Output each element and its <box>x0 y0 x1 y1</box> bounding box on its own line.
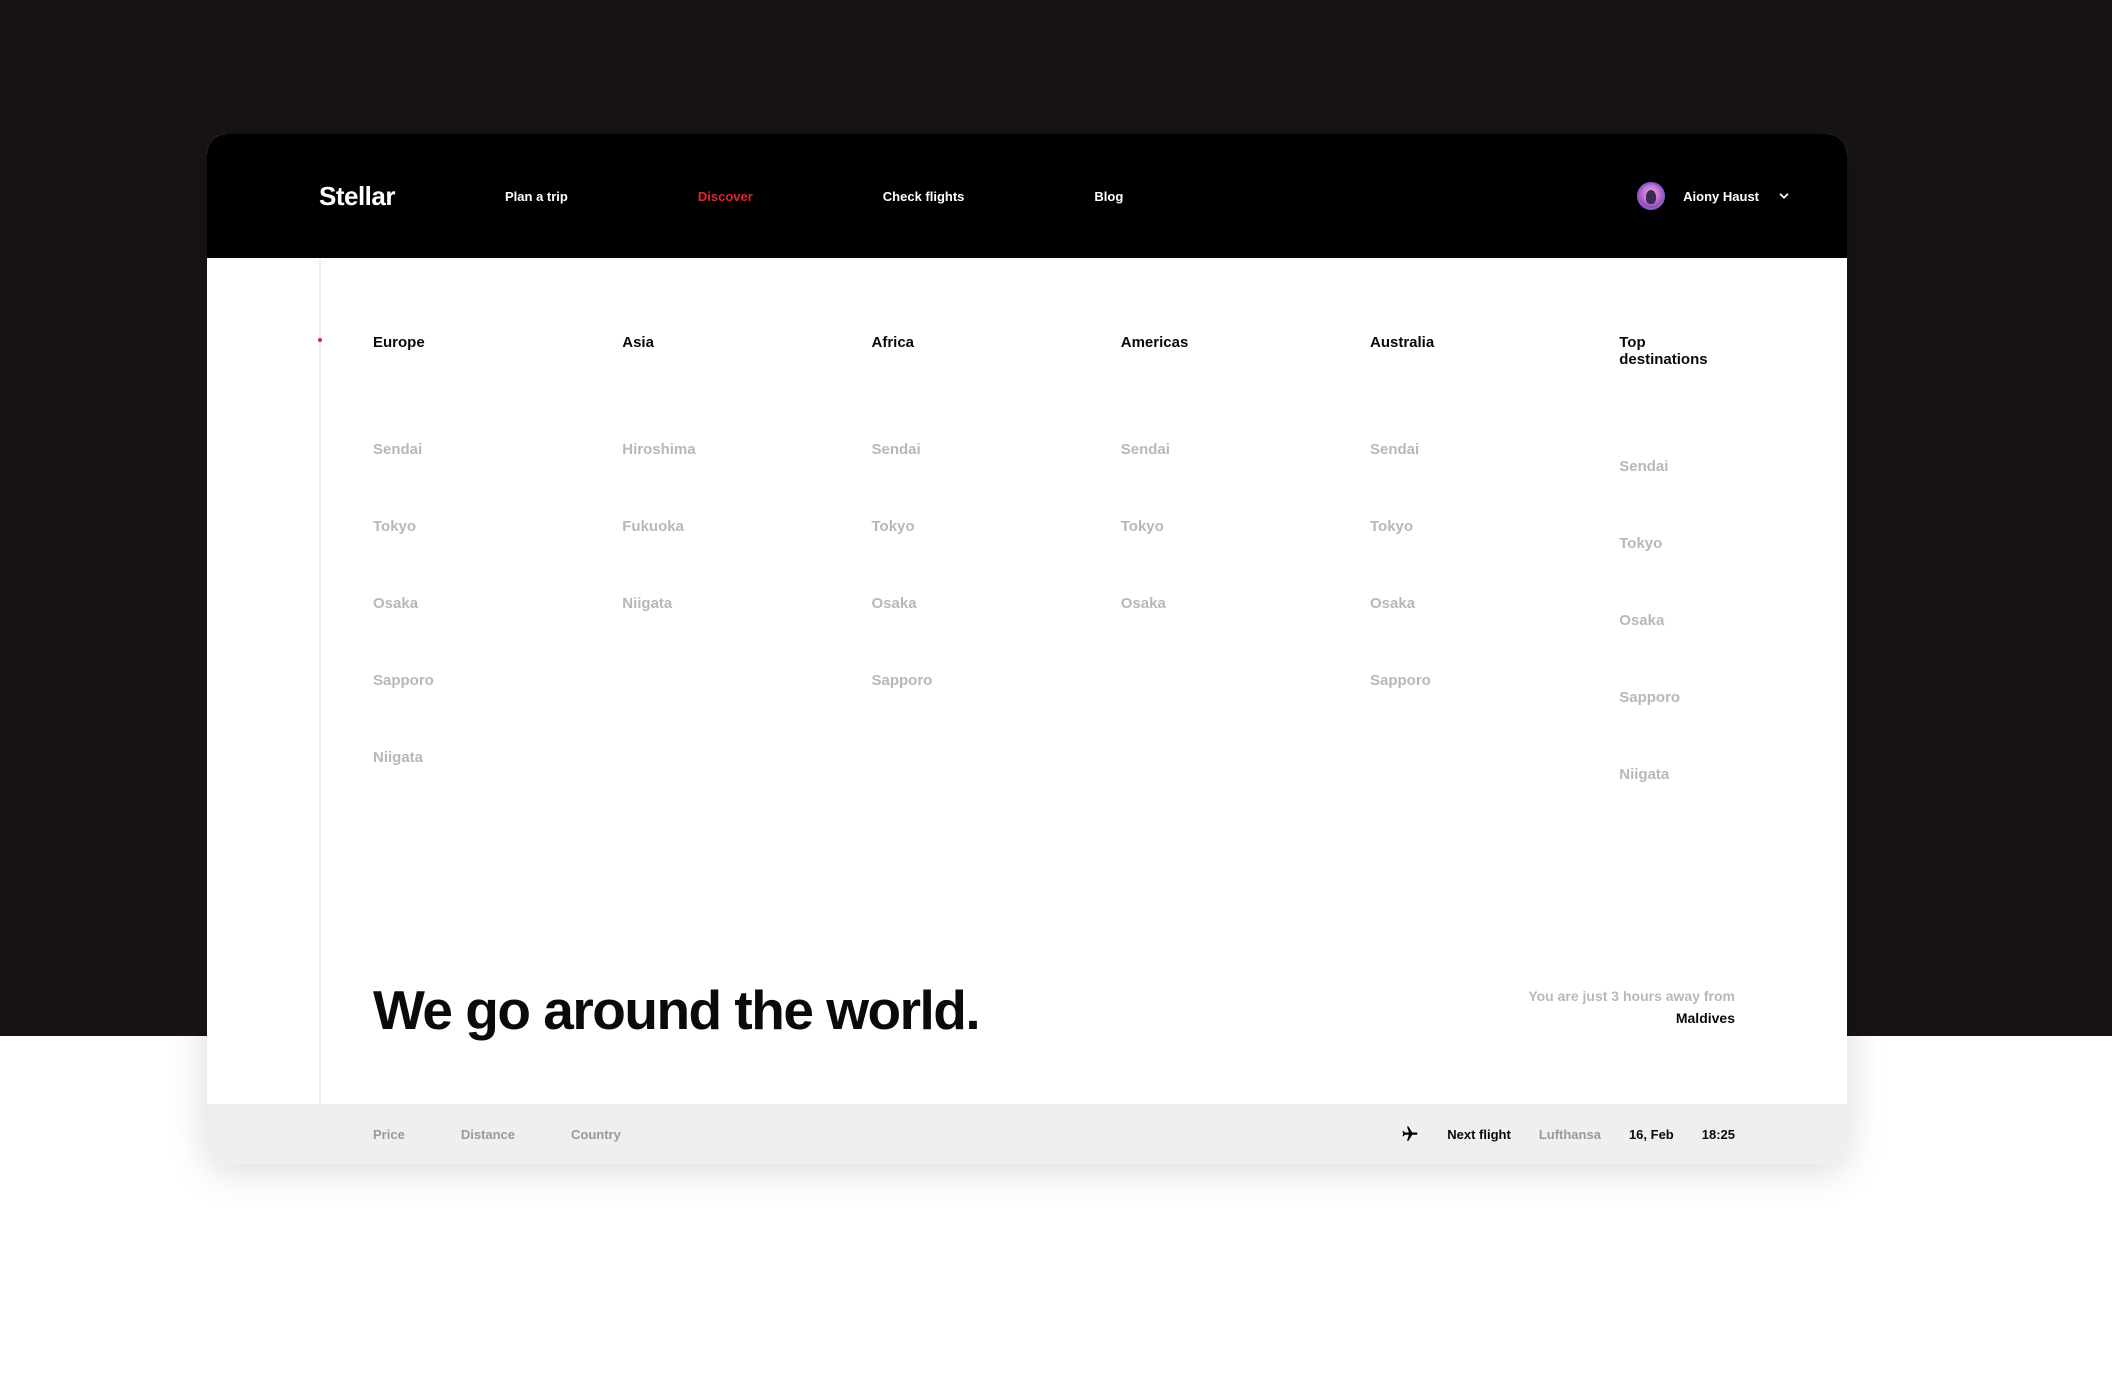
city-link[interactable]: Sapporo <box>1370 672 1619 689</box>
city-link[interactable]: Sapporo <box>872 672 1121 689</box>
column-heading[interactable]: Top destinations <box>1619 334 1735 368</box>
city-link[interactable]: Osaka <box>1121 595 1370 612</box>
nav-item-blog[interactable]: Blog <box>1094 189 1123 204</box>
city-link[interactable]: Osaka <box>872 595 1121 612</box>
column-items: Sendai Tokyo Osaka Sapporo <box>1370 441 1619 689</box>
city-link[interactable]: Sendai <box>373 441 622 458</box>
column-heading[interactable]: Australia <box>1370 334 1619 351</box>
city-link[interactable]: Niigata <box>622 595 871 612</box>
hero: We go around the world. You are just 3 h… <box>207 984 1847 1104</box>
column-heading[interactable]: Americas <box>1121 334 1370 351</box>
column-africa: Africa Sendai Tokyo Osaka Sapporo <box>872 334 1121 783</box>
column-europe: Europe Sendai Tokyo Osaka Sapporo Niigata <box>373 334 622 783</box>
column-heading[interactable]: Asia <box>622 334 871 351</box>
column-items: Sendai Tokyo Osaka <box>1121 441 1370 612</box>
city-link[interactable]: Sapporo <box>1619 689 1735 706</box>
user-name: Aiony Haust <box>1683 189 1759 204</box>
user-menu[interactable]: Aiony Haust <box>1637 182 1791 210</box>
logo[interactable]: Stellar <box>319 181 395 212</box>
city-link[interactable]: Tokyo <box>872 518 1121 535</box>
column-items: Hiroshima Fukuoka Niigata <box>622 441 871 612</box>
column-asia: Asia Hiroshima Fukuoka Niigata <box>622 334 871 783</box>
hero-subtitle: You are just 3 hours away from <box>1528 988 1735 1004</box>
destination-columns: EuropeSendaiTokyoOsakaSapporoNiigataAsia… <box>319 334 1735 783</box>
column-heading[interactable]: Africa <box>872 334 1121 351</box>
column-items: Sendai Tokyo Osaka Sapporo Niigata <box>373 441 622 766</box>
city-link[interactable]: Sendai <box>1619 458 1735 475</box>
hero-title: We go around the world. <box>373 978 979 1042</box>
city-link[interactable]: Hiroshima <box>622 441 871 458</box>
sort-price[interactable]: Price <box>373 1127 405 1142</box>
footer: Price Distance Country Next flight Lufthan… <box>207 1104 1847 1164</box>
plane-icon <box>1401 1125 1419 1143</box>
city-link[interactable]: Sapporo <box>373 672 622 689</box>
next-flight-date: 16, Feb <box>1629 1127 1674 1142</box>
column-americas: Americas Sendai Tokyo Osaka <box>1121 334 1370 783</box>
sort-options: Price Distance Country <box>373 1127 621 1142</box>
nav-item-discover[interactable]: Discover <box>698 189 753 204</box>
column-australia: Australia Sendai Tokyo Osaka Sapporo <box>1370 334 1619 783</box>
column-items: Sendai Tokyo Osaka Sapporo Niigata <box>1619 458 1735 783</box>
city-link[interactable]: Fukuoka <box>622 518 871 535</box>
city-link[interactable]: Osaka <box>1370 595 1619 612</box>
city-link[interactable]: Tokyo <box>1619 535 1735 552</box>
chevron-down-icon <box>1777 189 1791 203</box>
header: Stellar Plan a trip Discover Check flights… <box>207 134 1847 258</box>
nav-item-check-flights[interactable]: Check flights <box>883 189 965 204</box>
city-link[interactable]: Niigata <box>373 749 622 766</box>
app-window: Stellar Plan a trip Discover Check flights… <box>207 134 1847 1164</box>
city-link[interactable]: Niigata <box>1619 766 1735 783</box>
sort-distance[interactable]: Distance <box>461 1127 515 1142</box>
city-link[interactable]: Tokyo <box>1370 518 1619 535</box>
city-link[interactable]: Sendai <box>1121 441 1370 458</box>
city-link[interactable]: Sendai <box>872 441 1121 458</box>
hero-destination[interactable]: Maldives <box>1528 1010 1735 1026</box>
next-flight-airline: Lufthansa <box>1539 1127 1601 1142</box>
next-flight-label: Next flight <box>1447 1127 1511 1142</box>
city-link[interactable]: Sendai <box>1370 441 1619 458</box>
nav: Plan a trip Discover Check flights Blog <box>505 189 1123 204</box>
column-heading[interactable]: Europe <box>373 334 622 351</box>
main: EuropeSendaiTokyoOsakaSapporoNiigataAsia… <box>207 258 1847 984</box>
column-items: Sendai Tokyo Osaka Sapporo <box>872 441 1121 689</box>
next-flight[interactable]: Next flight Lufthansa 16, Feb 18:25 <box>1401 1125 1735 1143</box>
next-flight-time: 18:25 <box>1702 1127 1735 1142</box>
city-link[interactable]: Tokyo <box>373 518 622 535</box>
nav-item-plan-a-trip[interactable]: Plan a trip <box>505 189 568 204</box>
column-top-destinations: Top destinations Sendai Tokyo Osaka Sapporo N… <box>1619 334 1735 783</box>
city-link[interactable]: Osaka <box>1619 612 1735 629</box>
city-link[interactable]: Tokyo <box>1121 518 1370 535</box>
sort-country[interactable]: Country <box>571 1127 621 1142</box>
city-link[interactable]: Osaka <box>373 595 622 612</box>
avatar <box>1637 182 1665 210</box>
